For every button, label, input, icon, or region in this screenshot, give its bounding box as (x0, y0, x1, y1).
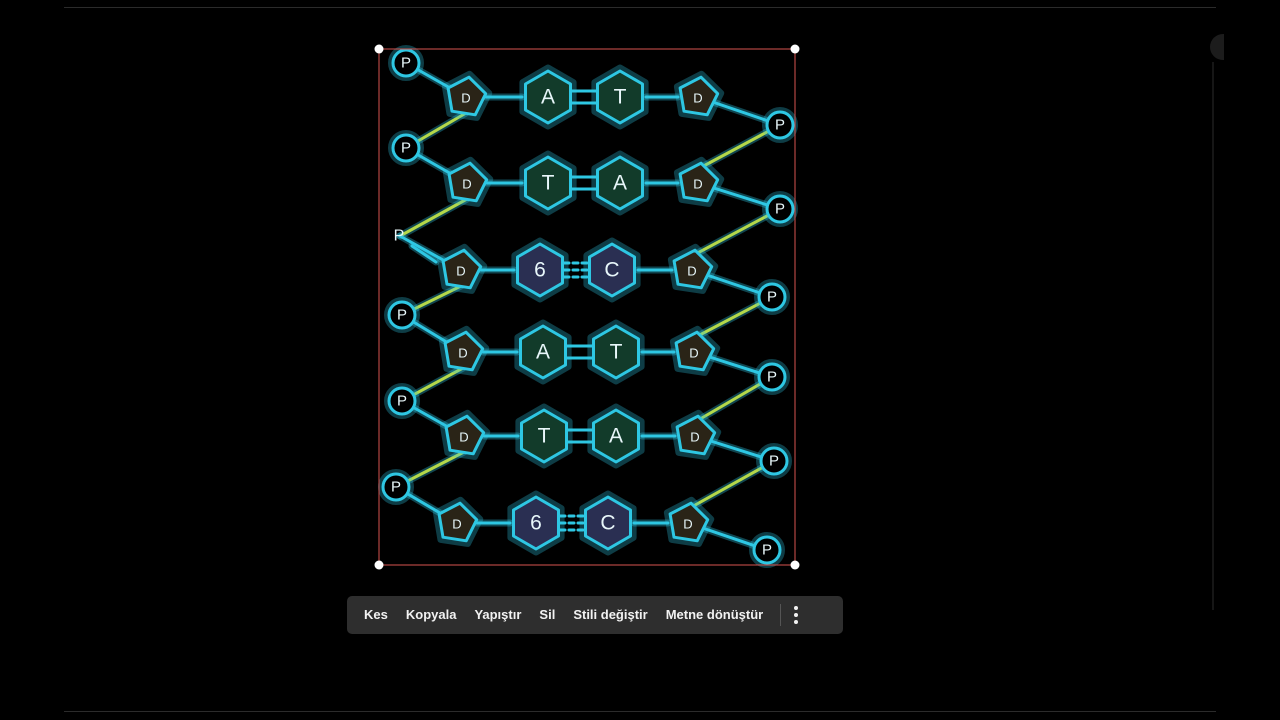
svg-text:P: P (775, 117, 785, 134)
svg-text:D: D (462, 177, 471, 192)
svg-text:A: A (609, 425, 623, 448)
svg-text:P: P (397, 307, 407, 324)
svg-text:D: D (687, 264, 696, 279)
svg-text:T: T (610, 341, 623, 364)
phosphate-icon: P (384, 383, 420, 419)
svg-text:D: D (456, 264, 465, 279)
svg-text:6: 6 (530, 512, 542, 535)
svg-text:T: T (538, 425, 551, 448)
phosphate-icon: P (754, 279, 790, 315)
more-vertical-icon[interactable] (781, 596, 811, 634)
svg-text:D: D (683, 517, 692, 532)
phosphate-icon: P (378, 469, 414, 505)
svg-text:P: P (391, 479, 401, 496)
svg-text:C: C (600, 512, 615, 535)
paste-button[interactable]: Yapıştır (465, 596, 530, 634)
deoxyribose-icon: D (432, 496, 484, 547)
nucleobase-left: A (519, 64, 577, 130)
backbone-bonds (392, 59, 784, 554)
selection-handle[interactable] (374, 44, 384, 54)
svg-text:D: D (452, 517, 461, 532)
svg-text:T: T (542, 172, 555, 195)
svg-text:C: C (604, 259, 619, 282)
svg-text:D: D (690, 430, 699, 445)
deoxyribose-icon: D (439, 409, 491, 460)
left-backbone-link (396, 195, 471, 240)
selection-handle[interactable] (790, 44, 800, 54)
svg-text:P: P (767, 289, 777, 306)
nucleobase-left: T (519, 150, 577, 216)
svg-text:D: D (459, 430, 468, 445)
phosphate-icon: P (762, 191, 798, 227)
nucleobase-right: C (579, 490, 637, 556)
convert-to-text-button[interactable]: Metne dönüştür (657, 596, 773, 634)
copy-button[interactable]: Kopyala (397, 596, 466, 634)
selection-handle[interactable] (374, 560, 384, 570)
nucleobase-right: T (587, 319, 645, 385)
phosphate-icon: P (388, 130, 424, 166)
deoxyribose-icon: D (669, 325, 721, 376)
change-style-button[interactable]: Stili değiştir (564, 596, 656, 634)
phosphate-icon: P (388, 45, 424, 81)
phosphate-icon: P (749, 532, 785, 568)
deoxyribose-icon: D (436, 243, 488, 294)
svg-text:D: D (693, 177, 702, 192)
phosphate-icon: P (754, 359, 790, 395)
svg-text:A: A (613, 172, 627, 195)
deoxyribose-icon: D (441, 70, 493, 121)
svg-text:A: A (536, 341, 550, 364)
svg-text:D: D (689, 346, 698, 361)
selection-context-menu: Kes Kopyala Yapıştır Sil Stili değiştir … (347, 596, 843, 634)
deoxyribose-icon: D (670, 409, 722, 460)
svg-text:P: P (775, 201, 785, 218)
deoxyribose-icon: D (442, 156, 494, 207)
svg-text:P: P (767, 369, 777, 386)
svg-text:P: P (401, 140, 411, 157)
svg-text:D: D (461, 91, 470, 106)
svg-text:T: T (614, 86, 627, 109)
deoxyribose-icon: D (438, 325, 490, 376)
svg-text:P: P (401, 55, 411, 72)
cut-button[interactable]: Kes (355, 596, 397, 634)
nucleobase-right: T (591, 64, 649, 130)
svg-text:P: P (397, 393, 407, 410)
nucleobase-left: 6 (507, 490, 565, 556)
svg-text:P: P (762, 542, 772, 559)
delete-button[interactable]: Sil (530, 596, 564, 634)
phosphate-icon: P (756, 443, 792, 479)
nucleobase-left: T (515, 403, 573, 469)
svg-text:6: 6 (534, 259, 546, 282)
deoxyribose-icon: D (667, 243, 719, 294)
phosphate-icon: P (762, 107, 798, 143)
nucleobase-right: C (583, 237, 641, 303)
selection-handle[interactable] (790, 560, 800, 570)
nucleobase-right: A (587, 403, 645, 469)
selection-handles[interactable] (374, 44, 800, 570)
deoxyribose-icon: D (663, 496, 715, 547)
deoxyribose-icon: D (673, 156, 725, 207)
svg-text:D: D (458, 346, 467, 361)
deoxyribose-icon: D (673, 70, 725, 121)
phosphate-icon: P (384, 297, 420, 333)
nucleobase-left: A (514, 319, 572, 385)
nucleobase-left: 6 (511, 237, 569, 303)
svg-text:P: P (769, 453, 779, 470)
nucleobase-right: A (591, 150, 649, 216)
svg-text:D: D (693, 91, 702, 106)
svg-text:A: A (541, 86, 555, 109)
loose-phosphate-label: P (394, 228, 405, 245)
